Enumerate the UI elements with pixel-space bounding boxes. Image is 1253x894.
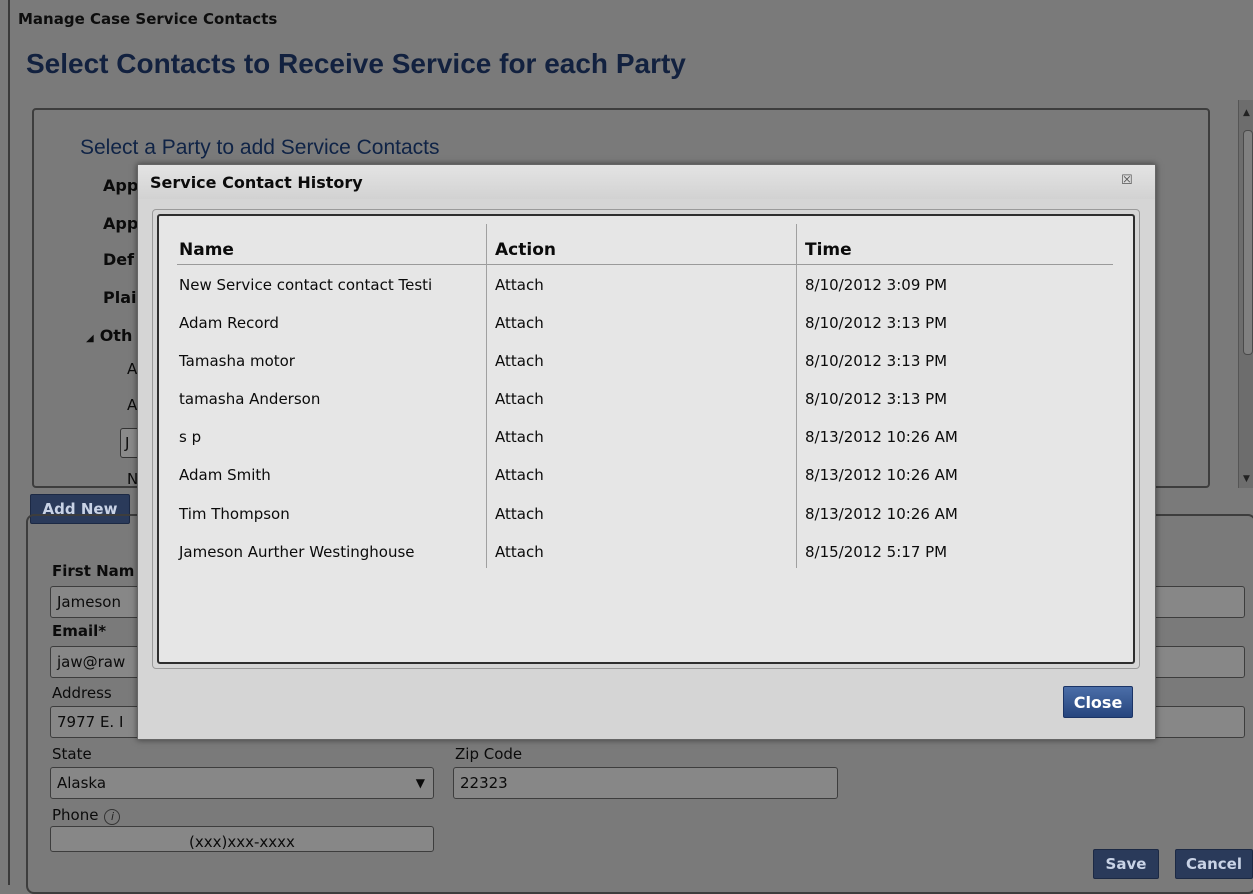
party-subitem: J [125,434,130,452]
cell-name: Jameson Aurther Westinghouse [179,543,415,561]
cell-name: Adam Smith [179,466,271,484]
close-icon[interactable]: ☒ [1121,173,1133,188]
cell-time: 8/10/2012 3:09 PM [805,276,948,294]
zip-code-field[interactable]: 22323 [453,767,838,799]
state-value: Alaska [57,774,107,792]
cell-time: 8/13/2012 10:26 AM [805,466,958,484]
address-label: Address [52,684,112,702]
party-item[interactable]: Def [103,250,134,269]
history-table: Name Action Time New Service contact con… [157,214,1135,664]
party-group-other[interactable]: ◢ Oth [86,326,132,345]
close-button[interactable]: Close [1063,686,1133,718]
cell-name: Tim Thompson [179,505,290,523]
cell-time: 8/10/2012 3:13 PM [805,390,948,408]
column-divider [796,224,797,568]
cell-name: Tamasha motor [179,352,295,370]
state-select[interactable]: Alaska ▼ [50,767,434,799]
scrollbar-thumb[interactable] [1243,130,1253,355]
history-table-frame: Name Action Time New Service contact con… [152,209,1140,669]
party-item[interactable]: Plai [103,288,137,307]
cell-name: tamasha Anderson [179,390,321,408]
phone-label: Phone i [52,806,121,825]
cell-name: New Service contact contact Testi [179,276,433,294]
party-item[interactable]: App [103,214,138,233]
cell-action: Attach [495,505,544,523]
party-item[interactable]: App [103,176,138,195]
cell-time: 8/13/2012 10:26 AM [805,505,958,523]
dialog-title: Service Contact History [150,173,363,192]
cell-action: Attach [495,314,544,332]
info-icon[interactable]: i [104,809,121,825]
cell-action: Attach [495,428,544,446]
cell-action: Attach [495,352,544,370]
chevron-down-icon: ▼ [415,776,425,790]
cell-time: 8/15/2012 5:17 PM [805,543,948,561]
cell-time: 8/10/2012 3:13 PM [805,352,948,370]
zip-code-label: Zip Code [455,745,523,763]
window-title: Manage Case Service Contacts [18,10,278,28]
scroll-up-icon[interactable]: ▲ [1243,108,1250,118]
party-subitem[interactable]: A [127,396,137,414]
cell-action: Attach [495,276,544,294]
column-header-action[interactable]: Action [495,240,556,260]
state-label: State [52,745,92,763]
column-divider [486,224,487,568]
party-panel-heading: Select a Party to add Service Contacts [80,136,440,159]
cell-time: 8/10/2012 3:13 PM [805,314,948,332]
column-header-time[interactable]: Time [805,240,852,260]
first-name-label: First Nam [52,562,135,580]
cell-action: Attach [495,466,544,484]
save-button[interactable]: Save [1093,849,1159,879]
page-title: Select Contacts to Receive Service for e… [26,48,686,79]
header-divider [177,264,1113,265]
column-header-name[interactable]: Name [179,240,234,260]
collapse-triangle-icon[interactable]: ◢ [86,333,94,344]
cancel-button[interactable]: Cancel [1175,849,1253,879]
party-item-label: Oth [99,326,133,345]
cell-action: Attach [495,543,544,561]
scroll-down-icon[interactable]: ▼ [1243,474,1250,484]
cell-action: Attach [495,390,544,408]
email-label: Email* [52,622,107,640]
phone-label-text: Phone [52,806,99,824]
cell-name: s p [179,428,202,446]
party-subitem[interactable]: A [127,360,137,378]
cell-name: Adam Record [179,314,279,332]
cell-time: 8/13/2012 10:26 AM [805,428,958,446]
service-contact-history-dialog: Service Contact History ☒ Name Action Ti… [137,164,1156,740]
phone-field[interactable]: (xxx)xxx-xxxx [50,826,434,852]
